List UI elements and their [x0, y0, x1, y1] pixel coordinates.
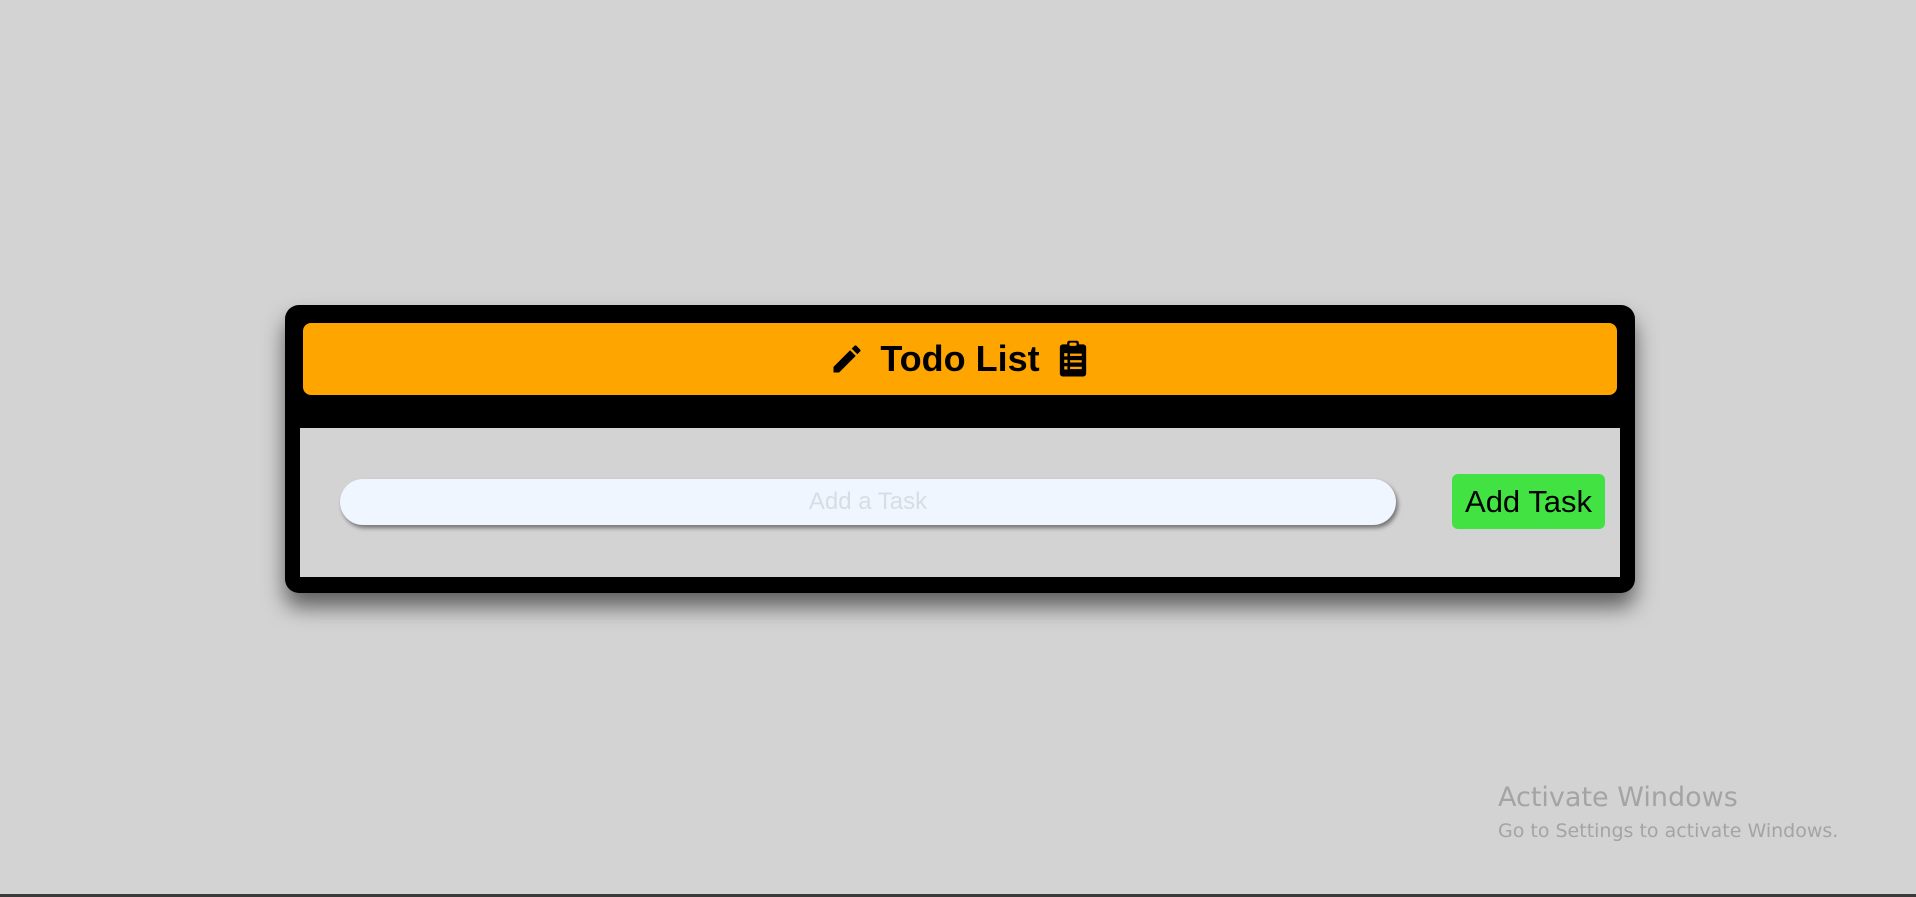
watermark-subtitle: Go to Settings to activate Windows.: [1498, 820, 1839, 842]
task-input[interactable]: [340, 479, 1396, 525]
todo-header: Todo List: [303, 323, 1617, 395]
task-entry-panel: Add Task: [300, 428, 1620, 577]
page: Todo List Add Task Activate: [0, 0, 1916, 897]
add-task-button[interactable]: Add Task: [1452, 474, 1605, 529]
clipboard-list-icon: [1054, 340, 1092, 378]
page-title: Todo List: [880, 338, 1040, 379]
todo-card: Todo List Add Task: [285, 305, 1635, 593]
pencil-icon: [828, 340, 866, 378]
activate-windows-watermark: Activate Windows Go to Settings to activ…: [1498, 780, 1838, 846]
watermark-title: Activate Windows: [1498, 782, 1738, 813]
